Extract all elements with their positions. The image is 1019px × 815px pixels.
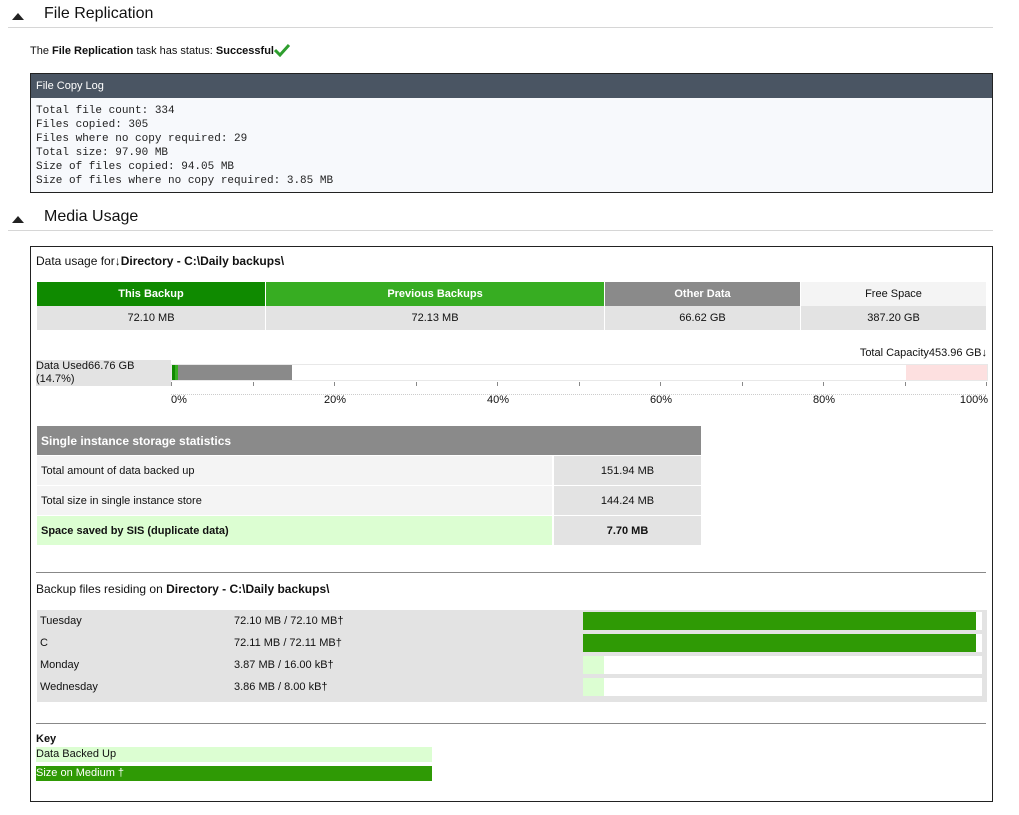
header-free-space: Free Space	[800, 282, 987, 306]
usage-prefix: Data usage for	[36, 254, 115, 268]
header-this-backup: This Backup	[37, 282, 266, 306]
axis-label: 20%	[324, 394, 347, 406]
value-this-backup: 72.10 MB	[37, 306, 266, 330]
sis-saved-label: Space saved by SIS (duplicate data)	[37, 515, 554, 546]
axis-label: 60%	[650, 394, 673, 406]
section-title: Media Usage	[44, 208, 139, 225]
bar-size-on-medium	[583, 634, 976, 652]
log-line: Size of files where no copy required: 3.…	[36, 175, 334, 187]
file-row: Tuesday 72.10 MB / 72.10 MB†	[37, 610, 987, 632]
axis-label: 40%	[487, 394, 510, 406]
task-status-line: The File Replication task has status: Su…	[30, 43, 291, 60]
files-prefix: Backup files residing on	[36, 582, 163, 596]
file-bar	[583, 634, 982, 652]
axis-tick	[986, 382, 987, 386]
value-free-space: 387.20 GB	[800, 306, 987, 330]
usage-warning-zone	[905, 365, 987, 380]
usage-location: Directory - C:\Daily backups\	[120, 254, 285, 268]
file-bar	[583, 612, 982, 630]
log-line: Files where no copy required: 29	[36, 133, 248, 145]
collapse-triangle-icon[interactable]	[12, 216, 24, 223]
axis-label: 80%	[813, 394, 836, 406]
file-name: Wednesday	[40, 681, 98, 693]
file-row: Monday 3.87 MB / 16.00 kB†	[37, 654, 987, 676]
divider	[36, 723, 986, 724]
file-size: 3.87 MB / 16.00 kB†	[234, 659, 334, 671]
log-line: Size of files copied: 94.05 MB	[36, 161, 235, 173]
sis-row-value: 144.24 MB	[553, 485, 701, 516]
log-text: Total file count: 334 Files copied: 305 …	[31, 98, 992, 188]
value-previous-backups: 72.13 MB	[265, 306, 605, 330]
key-data-backed-up: Data Backed Up	[36, 747, 432, 762]
sis-title: Single instance storage statistics	[37, 426, 701, 456]
status-value: Successful	[215, 45, 274, 57]
axis-tick	[660, 382, 661, 386]
file-row: C 72.11 MB / 72.11 MB†	[37, 632, 987, 654]
total-capacity-text: Total Capacity453.96 GB	[859, 347, 982, 359]
usage-summary-table: This Backup Previous Backups Other Data …	[37, 282, 987, 330]
axis-label: 0%	[171, 394, 187, 406]
log-title-bar: File Copy Log	[31, 74, 992, 98]
checkmark-icon	[273, 43, 291, 60]
usage-segment-other-data	[178, 365, 292, 380]
bar-data-backed-up	[583, 656, 605, 674]
sis-row-label: Total size in single instance store	[37, 485, 554, 516]
axis-tick	[578, 382, 580, 386]
backup-files-title: Backup files residing on Directory - C:\…	[36, 582, 329, 596]
bar-data-backed-up	[583, 678, 605, 696]
file-name: Tuesday	[40, 615, 82, 627]
axis-tick	[497, 382, 498, 386]
axis-tick	[252, 382, 254, 386]
key-title: Key	[36, 733, 57, 745]
data-used-amount: Data Used66.76 GB	[36, 360, 135, 372]
header-other-data: Other Data	[604, 282, 801, 306]
file-copy-log: File Copy Log Total file count: 334 File…	[30, 73, 993, 193]
file-size: 72.11 MB / 72.11 MB†	[234, 637, 342, 649]
usage-title: Data usage for↓Directory - C:\Daily back…	[36, 254, 284, 268]
backup-files-list: Tuesday 72.10 MB / 72.10 MB† C 72.11 MB …	[37, 610, 987, 702]
usage-bar	[171, 364, 988, 381]
media-usage-header: Media Usage	[8, 208, 993, 231]
sis-stats-table: Single instance storage statistics Total…	[37, 426, 701, 546]
file-replication-header: File Replication	[8, 5, 993, 28]
file-name: C	[40, 637, 48, 649]
section-title: File Replication	[44, 5, 154, 22]
data-used-label: Data Used66.76 GB (14.7%)	[36, 360, 171, 386]
status-prefix: The	[30, 45, 49, 57]
files-location: Directory - C:\Daily backups\	[166, 582, 330, 596]
divider	[36, 572, 986, 573]
file-size: 3.86 MB / 8.00 kB†	[234, 681, 328, 693]
usage-axis: 0% 20% 40% 60% 80% 100%	[171, 382, 988, 406]
file-bar	[583, 678, 982, 696]
data-used-percent: (14.7%)	[36, 373, 75, 385]
sis-row-label: Total amount of data backed up	[37, 455, 554, 486]
sis-saved-value: 7.70 MB	[553, 515, 701, 546]
sis-row-value: 151.94 MB	[553, 455, 701, 486]
value-other-data: 66.62 GB	[604, 306, 801, 330]
down-arrow-icon: ↓	[981, 347, 988, 359]
log-line: Total size: 97.90 MB	[36, 147, 169, 159]
file-size: 72.10 MB / 72.10 MB†	[234, 615, 344, 627]
log-line: Files copied: 305	[36, 119, 149, 131]
axis-tick	[171, 382, 172, 386]
media-usage-panel: Data usage for ↓ Directory - C:\Daily back…	[30, 246, 993, 802]
axis-tick	[415, 382, 417, 386]
log-line: Total file count: 334	[36, 105, 175, 117]
axis-tick	[334, 382, 335, 386]
bar-size-on-medium	[583, 612, 976, 630]
total-capacity: Total Capacity453.96 GB↓	[860, 347, 987, 359]
key-size-on-medium: Size on Medium †	[36, 766, 432, 781]
file-name: Monday	[40, 659, 80, 671]
status-mid: task has status:	[136, 45, 213, 57]
file-bar	[583, 656, 982, 674]
axis-tick	[904, 382, 906, 386]
axis-line	[171, 394, 986, 395]
file-row: Wednesday 3.86 MB / 8.00 kB†	[37, 676, 987, 698]
task-name: File Replication	[52, 45, 134, 57]
collapse-triangle-icon[interactable]	[12, 13, 24, 20]
axis-tick	[741, 382, 743, 386]
axis-label: 100%	[959, 394, 988, 406]
header-previous-backups: Previous Backups	[265, 282, 605, 306]
axis-tick	[823, 382, 824, 386]
